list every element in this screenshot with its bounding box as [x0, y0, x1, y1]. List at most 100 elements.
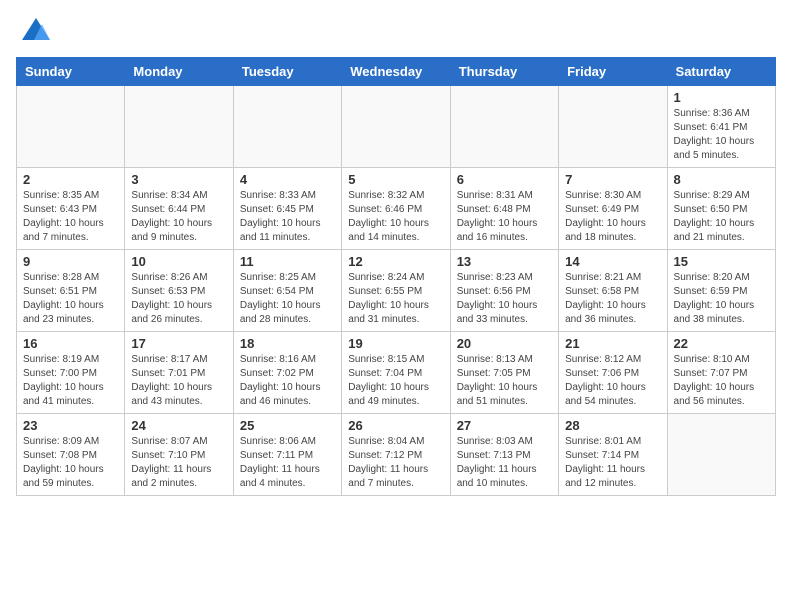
calendar-cell: 12 Sunrise: 8:24 AM Sunset: 6:55 PM Dayli…	[342, 250, 450, 332]
day-number: 25	[240, 418, 335, 433]
day-info: Sunrise: 8:33 AM Sunset: 6:45 PM Dayligh…	[240, 189, 335, 245]
calendar-cell: 18 Sunrise: 8:16 AM Sunset: 7:02 PM Dayli…	[233, 332, 341, 414]
day-number: 7	[565, 172, 660, 187]
day-header-sunday: Sunday	[17, 58, 125, 86]
day-info: Sunrise: 8:17 AM Sunset: 7:01 PM Dayligh…	[131, 353, 226, 409]
day-number: 18	[240, 336, 335, 351]
day-info: Sunrise: 8:09 AM Sunset: 7:08 PM Dayligh…	[23, 435, 118, 491]
calendar-cell: 25 Sunrise: 8:06 AM Sunset: 7:11 PM Dayli…	[233, 414, 341, 496]
day-header-saturday: Saturday	[667, 58, 775, 86]
calendar-cell: 11 Sunrise: 8:25 AM Sunset: 6:54 PM Dayli…	[233, 250, 341, 332]
calendar-cell	[559, 86, 667, 168]
calendar-cell: 5 Sunrise: 8:32 AM Sunset: 6:46 PM Daylig…	[342, 168, 450, 250]
day-number: 8	[674, 172, 769, 187]
calendar-cell	[125, 86, 233, 168]
day-info: Sunrise: 8:35 AM Sunset: 6:43 PM Dayligh…	[23, 189, 118, 245]
day-number: 11	[240, 254, 335, 269]
calendar-header-row: SundayMondayTuesdayWednesdayThursdayFrid…	[17, 58, 776, 86]
day-header-thursday: Thursday	[450, 58, 558, 86]
calendar-cell: 14Sunrise: 8:21 AM Sunset: 6:58 PM Dayli…	[559, 250, 667, 332]
day-number: 6	[457, 172, 552, 187]
calendar-cell	[342, 86, 450, 168]
day-header-wednesday: Wednesday	[342, 58, 450, 86]
calendar-cell: 21 Sunrise: 8:12 AM Sunset: 7:06 PM Dayli…	[559, 332, 667, 414]
day-header-friday: Friday	[559, 58, 667, 86]
calendar-table: SundayMondayTuesdayWednesdayThursdayFrid…	[16, 57, 776, 496]
calendar-cell: 8 Sunrise: 8:29 AM Sunset: 6:50 PM Daylig…	[667, 168, 775, 250]
day-number: 10	[131, 254, 226, 269]
calendar-cell	[667, 414, 775, 496]
day-header-monday: Monday	[125, 58, 233, 86]
day-info: Sunrise: 8:01 AM Sunset: 7:14 PM Dayligh…	[565, 435, 660, 491]
day-info: Sunrise: 8:12 AM Sunset: 7:06 PM Dayligh…	[565, 353, 660, 409]
calendar-cell: 24 Sunrise: 8:07 AM Sunset: 7:10 PM Dayli…	[125, 414, 233, 496]
day-info: Sunrise: 8:06 AM Sunset: 7:11 PM Dayligh…	[240, 435, 335, 491]
calendar-cell: 23 Sunrise: 8:09 AM Sunset: 7:08 PM Dayli…	[17, 414, 125, 496]
calendar-cell	[450, 86, 558, 168]
day-info: Sunrise: 8:32 AM Sunset: 6:46 PM Dayligh…	[348, 189, 443, 245]
day-number: 27	[457, 418, 552, 433]
day-info: Sunrise: 8:16 AM Sunset: 7:02 PM Dayligh…	[240, 353, 335, 409]
day-number: 16	[23, 336, 118, 351]
calendar-cell: 16 Sunrise: 8:19 AM Sunset: 7:00 PM Dayli…	[17, 332, 125, 414]
day-number: 1	[674, 90, 769, 105]
calendar-cell: 10 Sunrise: 8:26 AM Sunset: 6:53 PM Dayli…	[125, 250, 233, 332]
logo-icon	[20, 16, 52, 44]
calendar-cell: 9 Sunrise: 8:28 AM Sunset: 6:51 PM Daylig…	[17, 250, 125, 332]
calendar-cell: 22Sunrise: 8:10 AM Sunset: 7:07 PM Dayli…	[667, 332, 775, 414]
day-info: Sunrise: 8:07 AM Sunset: 7:10 PM Dayligh…	[131, 435, 226, 491]
calendar-cell: 15Sunrise: 8:20 AM Sunset: 6:59 PM Dayli…	[667, 250, 775, 332]
calendar-cell: 19Sunrise: 8:15 AM Sunset: 7:04 PM Dayli…	[342, 332, 450, 414]
day-number: 20	[457, 336, 552, 351]
day-number: 4	[240, 172, 335, 187]
day-info: Sunrise: 8:04 AM Sunset: 7:12 PM Dayligh…	[348, 435, 443, 491]
day-number: 2	[23, 172, 118, 187]
calendar-week-4: 16 Sunrise: 8:19 AM Sunset: 7:00 PM Dayli…	[17, 332, 776, 414]
day-info: Sunrise: 8:29 AM Sunset: 6:50 PM Dayligh…	[674, 189, 769, 245]
calendar-cell: 6 Sunrise: 8:31 AM Sunset: 6:48 PM Daylig…	[450, 168, 558, 250]
day-info: Sunrise: 8:26 AM Sunset: 6:53 PM Dayligh…	[131, 271, 226, 327]
calendar-cell	[17, 86, 125, 168]
calendar-week-5: 23 Sunrise: 8:09 AM Sunset: 7:08 PM Dayli…	[17, 414, 776, 496]
day-number: 23	[23, 418, 118, 433]
day-info: Sunrise: 8:13 AM Sunset: 7:05 PM Dayligh…	[457, 353, 552, 409]
day-number: 5	[348, 172, 443, 187]
day-info: Sunrise: 8:24 AM Sunset: 6:55 PM Dayligh…	[348, 271, 443, 327]
day-info: Sunrise: 8:36 AM Sunset: 6:41 PM Dayligh…	[674, 107, 769, 163]
day-number: 12	[348, 254, 443, 269]
header	[16, 16, 776, 49]
day-number: 17	[131, 336, 226, 351]
day-info: Sunrise: 8:34 AM Sunset: 6:44 PM Dayligh…	[131, 189, 226, 245]
day-number: 24	[131, 418, 226, 433]
day-number: 14	[565, 254, 660, 269]
day-number: 21	[565, 336, 660, 351]
day-number: 28	[565, 418, 660, 433]
day-number: 3	[131, 172, 226, 187]
logo-text	[16, 16, 52, 49]
calendar-cell: 1 Sunrise: 8:36 AM Sunset: 6:41 PM Daylig…	[667, 86, 775, 168]
day-info: Sunrise: 8:30 AM Sunset: 6:49 PM Dayligh…	[565, 189, 660, 245]
day-number: 9	[23, 254, 118, 269]
calendar-cell	[233, 86, 341, 168]
day-info: Sunrise: 8:10 AM Sunset: 7:07 PM Dayligh…	[674, 353, 769, 409]
day-info: Sunrise: 8:03 AM Sunset: 7:13 PM Dayligh…	[457, 435, 552, 491]
calendar-week-3: 9 Sunrise: 8:28 AM Sunset: 6:51 PM Daylig…	[17, 250, 776, 332]
calendar-cell: 2 Sunrise: 8:35 AM Sunset: 6:43 PM Daylig…	[17, 168, 125, 250]
calendar-cell: 13 Sunrise: 8:23 AM Sunset: 6:56 PM Dayli…	[450, 250, 558, 332]
day-info: Sunrise: 8:23 AM Sunset: 6:56 PM Dayligh…	[457, 271, 552, 327]
day-info: Sunrise: 8:25 AM Sunset: 6:54 PM Dayligh…	[240, 271, 335, 327]
calendar-cell: 28 Sunrise: 8:01 AM Sunset: 7:14 PM Dayli…	[559, 414, 667, 496]
calendar-cell: 3 Sunrise: 8:34 AM Sunset: 6:44 PM Daylig…	[125, 168, 233, 250]
day-number: 15	[674, 254, 769, 269]
calendar-week-2: 2 Sunrise: 8:35 AM Sunset: 6:43 PM Daylig…	[17, 168, 776, 250]
day-header-tuesday: Tuesday	[233, 58, 341, 86]
day-info: Sunrise: 8:28 AM Sunset: 6:51 PM Dayligh…	[23, 271, 118, 327]
calendar-week-1: 1 Sunrise: 8:36 AM Sunset: 6:41 PM Daylig…	[17, 86, 776, 168]
calendar-cell: 4 Sunrise: 8:33 AM Sunset: 6:45 PM Daylig…	[233, 168, 341, 250]
day-number: 26	[348, 418, 443, 433]
calendar-cell: 27 Sunrise: 8:03 AM Sunset: 7:13 PM Dayli…	[450, 414, 558, 496]
day-info: Sunrise: 8:19 AM Sunset: 7:00 PM Dayligh…	[23, 353, 118, 409]
day-info: Sunrise: 8:31 AM Sunset: 6:48 PM Dayligh…	[457, 189, 552, 245]
day-number: 13	[457, 254, 552, 269]
calendar-cell: 17 Sunrise: 8:17 AM Sunset: 7:01 PM Dayli…	[125, 332, 233, 414]
